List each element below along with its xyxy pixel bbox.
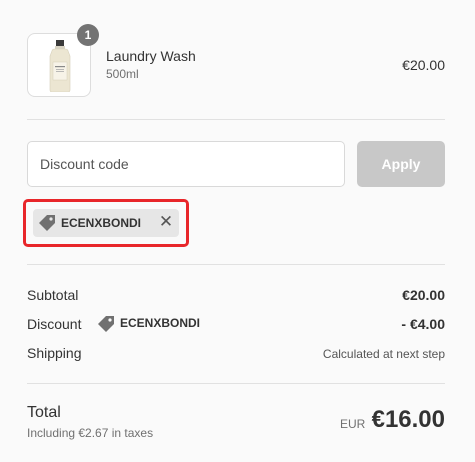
- product-price: €20.00: [402, 57, 445, 73]
- shipping-value: Calculated at next step: [322, 347, 445, 361]
- product-name: Laundry Wash: [106, 48, 196, 64]
- divider: [27, 119, 445, 120]
- applied-discount-code: ECENXBONDI: [61, 216, 142, 230]
- discount-label: Discount: [27, 316, 82, 332]
- total-label: Total: [27, 404, 61, 421]
- product-variant: 500ml: [106, 67, 139, 81]
- discount-code-input[interactable]: [27, 141, 345, 187]
- bottle-image: [49, 40, 71, 92]
- applied-discount-tag: ECENXBONDI ✕: [33, 209, 179, 237]
- subtotal-value: €20.00: [402, 287, 445, 303]
- quantity-badge: 1: [77, 24, 99, 46]
- close-icon[interactable]: ✕: [158, 213, 174, 231]
- divider: [27, 383, 445, 384]
- subtotal-label: Subtotal: [27, 287, 79, 303]
- tag-icon: [98, 316, 114, 332]
- divider: [27, 264, 445, 265]
- shipping-label: Shipping: [27, 345, 82, 361]
- line-item: 1 Laundry Wash 500ml €20.00: [27, 24, 445, 97]
- tag-icon: [39, 215, 55, 231]
- discount-code-text: ECENXBONDI: [120, 316, 201, 330]
- tax-note: Including €2.67 in taxes: [27, 426, 154, 440]
- total-amount: €16.00: [371, 406, 445, 433]
- apply-button[interactable]: Apply: [357, 141, 445, 187]
- currency-code: EUR: [340, 417, 366, 431]
- discount-value: - €4.00: [401, 316, 445, 332]
